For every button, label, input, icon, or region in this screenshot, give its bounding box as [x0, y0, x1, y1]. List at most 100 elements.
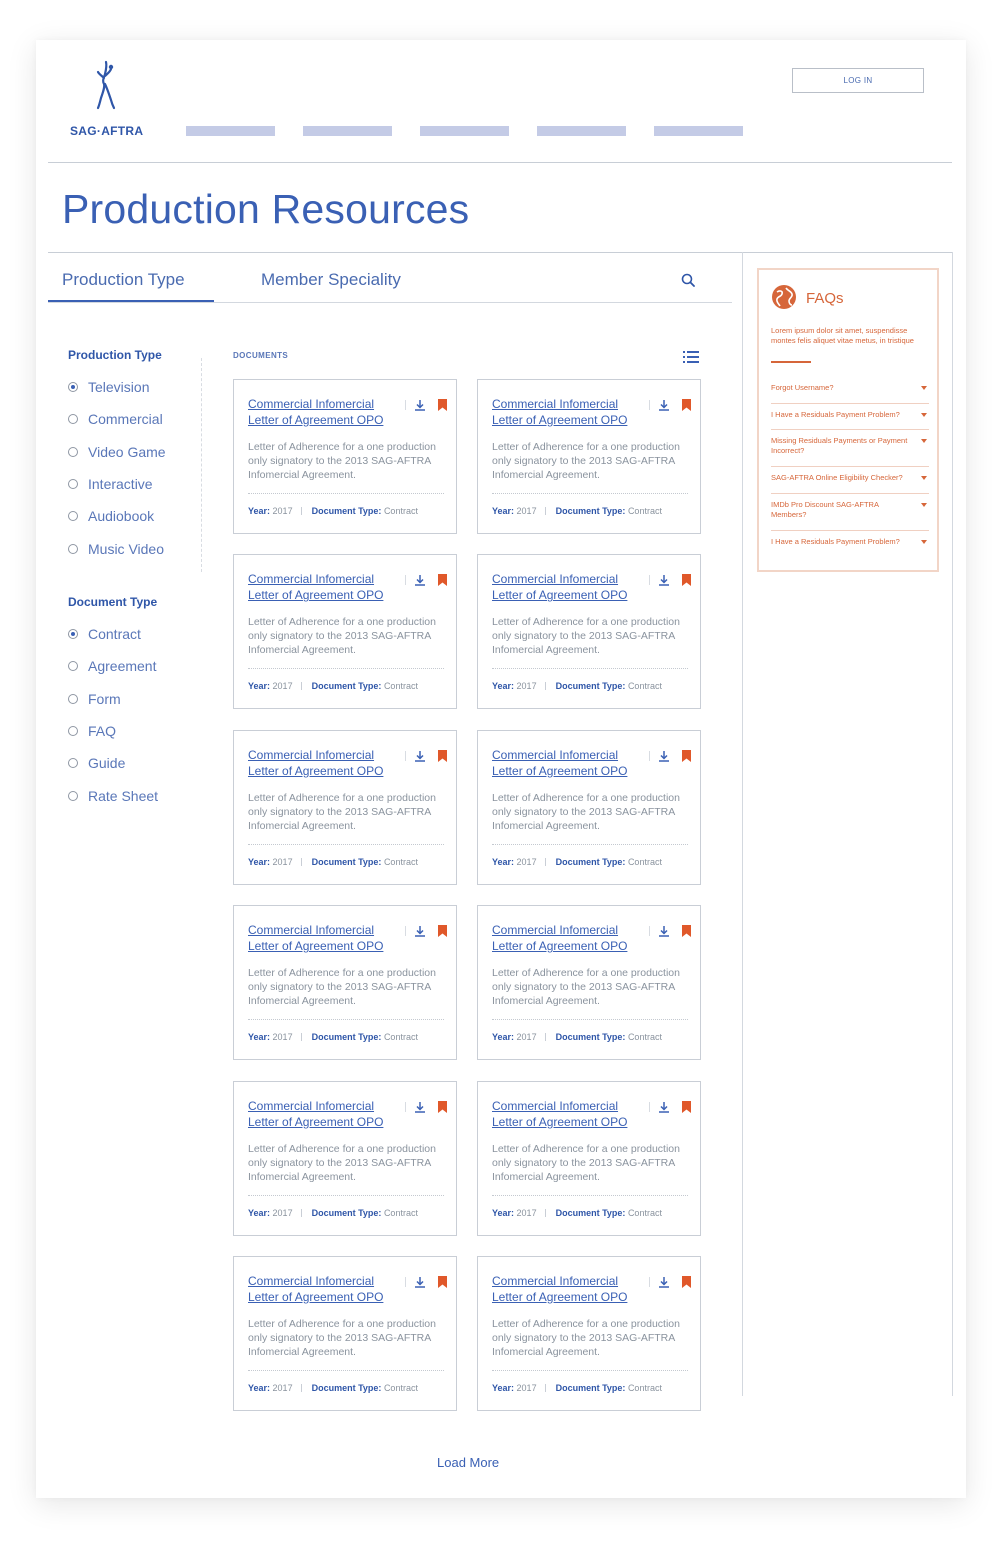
filter-option-faq[interactable]: FAQ	[68, 722, 116, 740]
document-title-link[interactable]: Commercial Infomercial Letter of Agreeme…	[248, 571, 398, 603]
radio-button[interactable]	[68, 511, 78, 522]
bookmark-icon[interactable]	[438, 925, 447, 938]
filter-option-agreement[interactable]: Agreement	[68, 657, 156, 675]
document-type-value: Contract	[383, 1207, 418, 1218]
filter-option-label: FAQ	[88, 722, 117, 739]
faq-question[interactable]: Missing Residuals Payments or Payment In…	[771, 436, 929, 456]
radio-button[interactable]	[68, 790, 78, 801]
filter-option-contract[interactable]: Contract	[68, 625, 141, 643]
bookmark-icon[interactable]	[438, 399, 447, 411]
download-icon[interactable]	[414, 750, 426, 762]
login-button[interactable]: LOG IN	[792, 68, 924, 93]
list-view-icon[interactable]	[683, 351, 699, 363]
document-meta: Year: 2017 Document Type: Contract	[492, 681, 662, 691]
bookmark-icon[interactable]	[682, 1276, 691, 1288]
radio-button[interactable]	[68, 478, 78, 489]
nav-item-2[interactable]	[303, 126, 392, 136]
radio-button[interactable]	[68, 414, 78, 425]
download-icon[interactable]	[658, 1276, 670, 1288]
download-icon[interactable]	[658, 925, 670, 937]
tab-member-speciality[interactable]: Member Speciality	[261, 270, 401, 290]
nav-item-4[interactable]	[537, 126, 626, 136]
card-divider	[248, 668, 444, 670]
document-title-link[interactable]: Commercial Infomercial Letter of Agreeme…	[492, 571, 642, 603]
bookmark-icon[interactable]	[682, 399, 691, 411]
year-value: 2017	[516, 1032, 537, 1043]
faq-title: FAQs	[806, 290, 844, 307]
document-card: Commercial Infomercial Letter of Agreeme…	[233, 1256, 457, 1411]
download-icon[interactable]	[414, 925, 426, 937]
bookmark-icon[interactable]	[438, 574, 447, 587]
load-more-link[interactable]: Load More	[437, 1455, 499, 1470]
document-meta: Year: 2017 Document Type: Contract	[248, 1032, 418, 1042]
meta-separator	[544, 1384, 546, 1392]
nav-item-1[interactable]	[186, 126, 275, 136]
filter-option-form[interactable]: Form	[68, 690, 121, 708]
document-description: Letter of Adherence for a one production…	[492, 791, 680, 832]
document-type-label: Document Type:	[311, 506, 382, 516]
filter-option-commercial[interactable]: Commercial	[68, 410, 163, 428]
document-title-link[interactable]: Commercial Infomercial Letter of Agreeme…	[248, 1098, 398, 1130]
faq-question[interactable]: SAG-AFTRA Online Eligibility Checker?	[771, 473, 929, 483]
bookmark-icon[interactable]	[438, 749, 447, 762]
document-title-link[interactable]: Commercial Infomercial Letter of Agreeme…	[248, 1273, 398, 1305]
radio-button[interactable]	[68, 661, 78, 672]
bookmark-icon[interactable]	[682, 574, 691, 587]
download-icon[interactable]	[414, 1101, 426, 1113]
card-divider	[248, 493, 444, 494]
nav-item-5[interactable]	[654, 126, 743, 136]
bookmark-icon[interactable]	[682, 925, 691, 938]
tab-production-type[interactable]: Production Type	[62, 270, 185, 290]
document-title-link[interactable]: Commercial Infomercial Letter of Agreeme…	[492, 922, 642, 954]
meta-separator	[300, 1384, 302, 1392]
filter-option-television[interactable]: Television	[68, 378, 149, 396]
download-icon[interactable]	[658, 750, 670, 762]
filter-option-label: Rate Sheet	[88, 787, 159, 804]
card-divider	[248, 1370, 444, 1371]
bookmark-icon[interactable]	[682, 1100, 691, 1113]
faq-question[interactable]: Forgot Username?	[771, 383, 929, 393]
filter-option-interactive[interactable]: Interactive	[68, 475, 153, 493]
faq-question[interactable]: I Have a Residuals Payment Problem?	[771, 537, 929, 547]
document-title-link[interactable]: Commercial Infomercial Letter of Agreeme…	[248, 747, 398, 779]
radio-button[interactable]	[68, 382, 78, 392]
bookmark-icon[interactable]	[438, 1276, 447, 1288]
filter-option-label: Interactive	[88, 475, 153, 492]
sag-aftra-logo[interactable]: SAG·AFTRA	[70, 60, 150, 140]
download-icon[interactable]	[414, 574, 426, 587]
nav-item-3[interactable]	[420, 126, 509, 136]
document-description: Letter of Adherence for a one production…	[248, 441, 436, 481]
faq-question[interactable]: IMDb Pro Discount SAG-AFTRA Members?	[771, 500, 929, 520]
filter-option-guide[interactable]: Guide	[68, 754, 125, 772]
document-title-link[interactable]: Commercial Infomercial Letter of Agreeme…	[248, 396, 398, 428]
search-icon[interactable]	[681, 273, 695, 287]
radio-button[interactable]	[68, 693, 78, 704]
filter-option-music-video[interactable]: Music Video	[68, 540, 164, 558]
radio-button[interactable]	[68, 758, 78, 769]
download-icon[interactable]	[658, 1101, 670, 1113]
faq-question[interactable]: I Have a Residuals Payment Problem?	[771, 410, 929, 420]
meta-separator	[300, 1033, 302, 1042]
document-title-link[interactable]: Commercial Infomercial Letter of Agreeme…	[492, 1098, 642, 1130]
document-type-label: Document Type:	[555, 1383, 626, 1393]
filter-option-rate-sheet[interactable]: Rate Sheet	[68, 787, 158, 805]
radio-button[interactable]	[68, 629, 78, 639]
radio-button[interactable]	[68, 725, 78, 736]
filter-option-label: Music Video	[88, 540, 165, 557]
icon-separator	[649, 926, 650, 937]
document-description: Letter of Adherence for a one production…	[492, 441, 680, 481]
document-title-link[interactable]: Commercial Infomercial Letter of Agreeme…	[492, 396, 642, 428]
download-icon[interactable]	[414, 399, 426, 411]
bookmark-icon[interactable]	[438, 1100, 447, 1113]
filter-option-video-game[interactable]: Video Game	[68, 443, 166, 461]
download-icon[interactable]	[414, 1276, 426, 1288]
document-title-link[interactable]: Commercial Infomercial Letter of Agreeme…	[492, 1273, 642, 1305]
download-icon[interactable]	[658, 399, 670, 411]
radio-button[interactable]	[68, 446, 78, 457]
bookmark-icon[interactable]	[682, 749, 691, 762]
document-title-link[interactable]: Commercial Infomercial Letter of Agreeme…	[492, 747, 642, 779]
document-title-link[interactable]: Commercial Infomercial Letter of Agreeme…	[248, 922, 398, 954]
radio-button[interactable]	[68, 543, 78, 554]
download-icon[interactable]	[658, 574, 670, 587]
filter-option-audiobook[interactable]: Audiobook	[68, 507, 154, 525]
